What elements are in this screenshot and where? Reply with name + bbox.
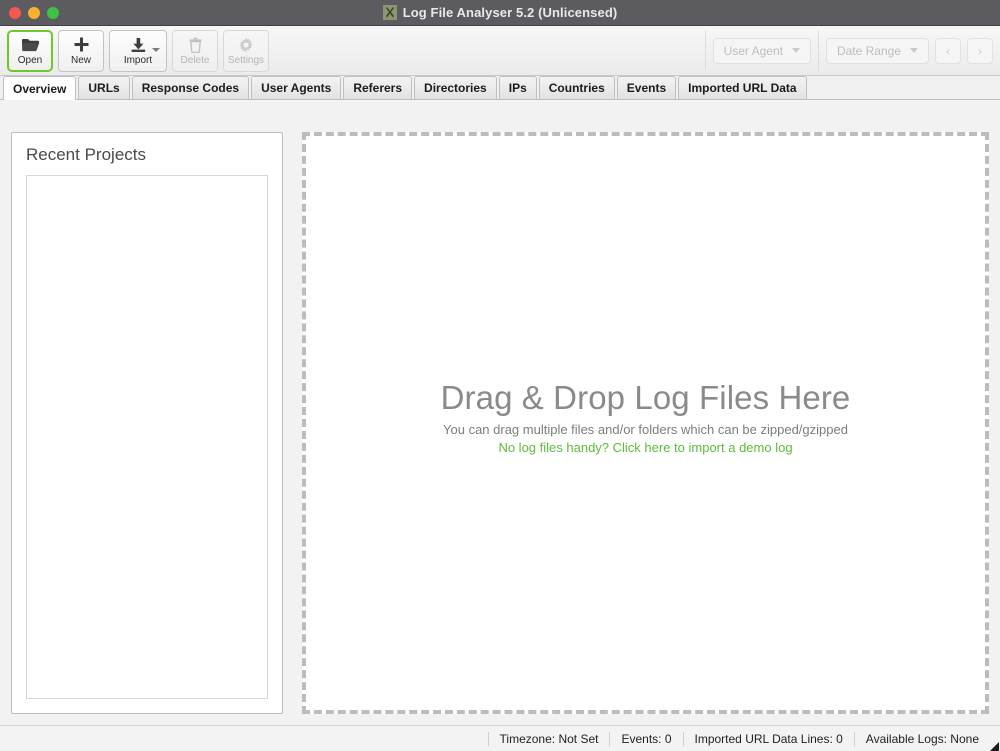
chevron-down-icon bbox=[910, 48, 918, 53]
resize-grip-icon[interactable] bbox=[990, 742, 999, 751]
new-button[interactable]: New bbox=[58, 29, 104, 72]
user-agent-filter-label: User Agent bbox=[723, 43, 783, 58]
window-controls bbox=[0, 6, 59, 19]
status-available-logs: Available Logs: None bbox=[865, 731, 979, 746]
recent-projects-list[interactable] bbox=[26, 175, 268, 699]
date-range-filter-dropdown[interactable]: Date Range bbox=[825, 37, 929, 64]
status-imported-url-data-lines: Imported URL Data Lines: 0 bbox=[694, 731, 843, 746]
toolbar-actions: Open New Import Delete Settings bbox=[7, 29, 269, 72]
tab-events[interactable]: Events bbox=[616, 76, 677, 99]
import-demo-log-link[interactable]: No log files handy? Click here to import… bbox=[498, 440, 792, 456]
plus-icon bbox=[73, 35, 90, 54]
tab-imported-url-data[interactable]: Imported URL Data bbox=[678, 76, 807, 99]
content-area: Recent Projects Drag & Drop Log Files He… bbox=[0, 100, 1000, 725]
log-file-dropzone[interactable]: Drag & Drop Log Files Here You can drag … bbox=[302, 132, 989, 714]
open-button[interactable]: Open bbox=[7, 29, 53, 72]
toolbar-filters: User Agent Date Range ‹ › bbox=[698, 30, 993, 72]
dropzone-title: Drag & Drop Log Files Here bbox=[440, 378, 851, 416]
import-button[interactable]: Import bbox=[109, 29, 167, 72]
log-file-analyser-icon bbox=[382, 5, 397, 20]
status-bar: Timezone: Not Set Events: 0 Imported URL… bbox=[0, 725, 1000, 751]
tab-directories[interactable]: Directories bbox=[414, 76, 497, 99]
status-events: Events: 0 bbox=[621, 731, 672, 746]
tab-urls[interactable]: URLs bbox=[78, 76, 130, 99]
status-timezone: Timezone: Not Set bbox=[499, 731, 599, 746]
main-toolbar: Open New Import Delete Settings User Age… bbox=[0, 26, 1000, 76]
settings-button[interactable]: Settings bbox=[223, 29, 269, 72]
delete-button[interactable]: Delete bbox=[172, 29, 218, 72]
import-dropdown-caret-icon[interactable] bbox=[152, 47, 160, 52]
delete-button-label: Delete bbox=[180, 55, 210, 66]
download-icon bbox=[130, 35, 147, 54]
toolbar-separator-1 bbox=[704, 30, 706, 71]
application-window: Log File Analyser 5.2 (Unlicensed) Open bbox=[0, 0, 1000, 751]
import-button-label: Import bbox=[123, 55, 153, 66]
toolbar-separator-2 bbox=[817, 30, 819, 71]
tab-countries[interactable]: Countries bbox=[538, 76, 615, 99]
title-bar-center: Log File Analyser 5.2 (Unlicensed) bbox=[0, 0, 1000, 25]
open-button-label: Open bbox=[17, 55, 43, 66]
title-bar: Log File Analyser 5.2 (Unlicensed) bbox=[0, 0, 1000, 26]
dropzone-subtitle: You can drag multiple files and/or folde… bbox=[443, 421, 848, 437]
tab-overview[interactable]: Overview bbox=[3, 76, 77, 100]
maximize-window-button[interactable] bbox=[47, 6, 59, 19]
tab-ips[interactable]: IPs bbox=[498, 76, 537, 99]
date-range-filter-label: Date Range bbox=[836, 43, 901, 58]
new-button-label: New bbox=[70, 55, 91, 66]
window-title: Log File Analyser 5.2 (Unlicensed) bbox=[402, 5, 618, 20]
next-range-button[interactable]: › bbox=[967, 37, 993, 64]
settings-button-label: Settings bbox=[227, 55, 265, 66]
chevron-down-icon bbox=[791, 48, 800, 53]
close-window-button[interactable] bbox=[9, 6, 21, 19]
trash-icon bbox=[188, 35, 203, 54]
tab-referers[interactable]: Referers bbox=[343, 76, 413, 99]
tab-bar: Overview URLs Response Codes User Agents… bbox=[0, 76, 1000, 100]
folder-open-icon bbox=[21, 35, 40, 54]
minimize-window-button[interactable] bbox=[28, 6, 40, 19]
previous-range-button[interactable]: ‹ bbox=[935, 37, 961, 64]
dropzone-text-stack: Drag & Drop Log Files Here You can drag … bbox=[441, 379, 851, 456]
overview-panel: Recent Projects Drag & Drop Log Files He… bbox=[0, 100, 1000, 725]
recent-projects-panel: Recent Projects bbox=[11, 132, 283, 714]
tab-response-codes[interactable]: Response Codes bbox=[131, 76, 250, 99]
recent-projects-title: Recent Projects bbox=[26, 145, 146, 164]
gear-icon bbox=[238, 35, 254, 54]
user-agent-filter-dropdown[interactable]: User Agent bbox=[712, 37, 811, 64]
tab-user-agents[interactable]: User Agents bbox=[251, 76, 342, 99]
